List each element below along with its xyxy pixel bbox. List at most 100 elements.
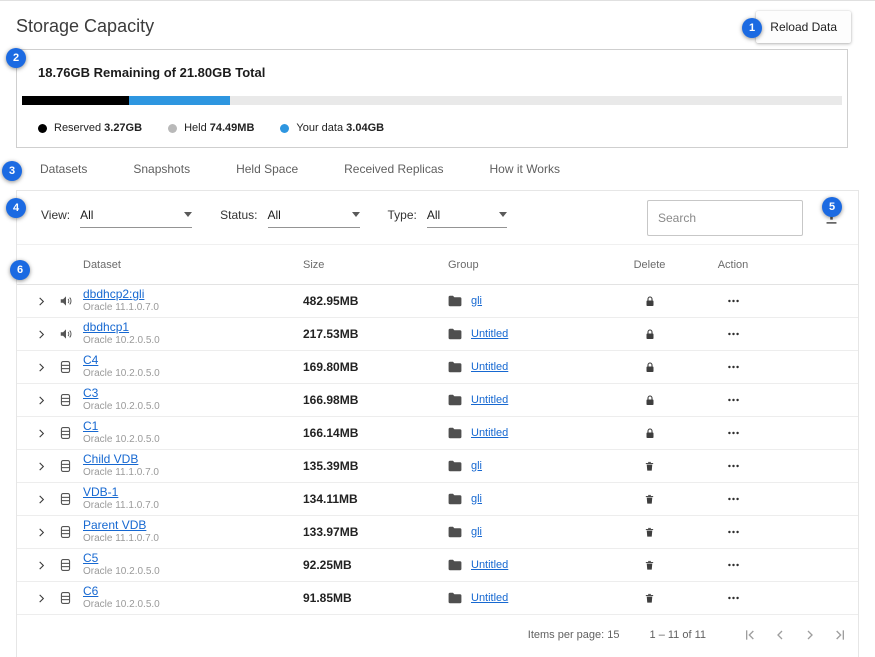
more-actions-icon[interactable] — [692, 558, 774, 572]
trash-icon[interactable] — [607, 559, 692, 572]
dataset-link[interactable]: C5 — [83, 552, 303, 566]
dataset-link[interactable]: C6 — [83, 585, 303, 599]
dataset-link[interactable]: C1 — [83, 420, 303, 434]
dataset-link[interactable]: VDB-1 — [83, 486, 303, 500]
page-title: Storage Capacity — [16, 16, 154, 37]
lock-icon[interactable] — [607, 295, 692, 308]
page-range-label: 1 – 11 of 11 — [650, 629, 706, 641]
status-filter-select[interactable]: All — [268, 208, 360, 228]
column-dataset: Dataset — [83, 259, 303, 271]
more-actions-icon[interactable] — [692, 360, 774, 374]
more-actions-icon[interactable] — [692, 459, 774, 473]
column-delete: Delete — [607, 259, 692, 271]
more-actions-icon[interactable] — [692, 492, 774, 506]
table-row: Child VDBOracle 11.1.0.7.0135.39MBgli — [17, 450, 858, 483]
reload-data-button[interactable]: Reload Data — [756, 11, 851, 43]
more-actions-icon[interactable] — [692, 525, 774, 539]
tab-received-replicas[interactable]: Received Replicas — [344, 162, 443, 176]
dataset-link[interactable]: dbdhcp2:gli — [83, 288, 303, 302]
dsource-icon — [55, 327, 83, 341]
lock-icon[interactable] — [607, 394, 692, 407]
expand-chevron-icon[interactable] — [27, 329, 55, 340]
tab-held-space[interactable]: Held Space — [236, 162, 298, 176]
tab-datasets[interactable]: Datasets — [40, 162, 87, 176]
group-link[interactable]: gli — [471, 494, 482, 505]
group-link[interactable]: Untitled — [471, 329, 508, 340]
callout-3: 3 — [2, 161, 22, 181]
dataset-subtitle: Oracle 10.2.0.5.0 — [83, 599, 303, 611]
column-size: Size — [303, 259, 448, 271]
group-link[interactable]: gli — [471, 296, 482, 307]
dataset-subtitle: Oracle 10.2.0.5.0 — [83, 401, 303, 413]
group-link[interactable]: Untitled — [471, 362, 508, 373]
tab-snapshots[interactable]: Snapshots — [133, 162, 190, 176]
expand-chevron-icon[interactable] — [27, 428, 55, 439]
expand-chevron-icon[interactable] — [27, 296, 55, 307]
view-filter-select[interactable]: All — [80, 208, 192, 228]
callout-5: 5 — [822, 197, 842, 217]
group-link[interactable]: Untitled — [471, 395, 508, 406]
dataset-link[interactable]: C4 — [83, 354, 303, 368]
expand-chevron-icon[interactable] — [27, 560, 55, 571]
search-input[interactable] — [647, 200, 803, 236]
dataset-size: 91.85MB — [303, 592, 448, 604]
table-row: C5Oracle 10.2.0.5.092.25MBUntitled — [17, 549, 858, 582]
first-page-icon[interactable] — [742, 627, 758, 643]
legend-item-held: Held 74.49MB — [168, 122, 254, 134]
previous-page-icon[interactable] — [772, 627, 788, 643]
group-link[interactable]: Untitled — [471, 560, 508, 571]
expand-chevron-icon[interactable] — [27, 494, 55, 505]
tab-how-it-works[interactable]: How it Works — [490, 162, 560, 176]
dataset-link[interactable]: Parent VDB — [83, 519, 303, 533]
dataset-link[interactable]: Child VDB — [83, 453, 303, 467]
table-header: Dataset Size Group Delete Action — [17, 245, 858, 285]
vdb-icon — [55, 360, 83, 374]
more-actions-icon[interactable] — [692, 327, 774, 341]
last-page-icon[interactable] — [832, 627, 848, 643]
dataset-link[interactable]: dbdhcp1 — [83, 321, 303, 335]
type-filter-label: Type: — [388, 208, 417, 222]
table-row: C6Oracle 10.2.0.5.091.85MB Untitled — [17, 582, 858, 615]
more-actions-icon[interactable] — [692, 426, 774, 440]
expand-chevron-icon[interactable] — [27, 362, 55, 373]
trash-icon[interactable] — [607, 493, 692, 506]
items-per-page-value[interactable]: 15 — [607, 629, 619, 641]
expand-chevron-icon[interactable] — [27, 593, 55, 604]
lock-icon[interactable] — [607, 361, 692, 374]
type-filter-select[interactable]: All — [427, 208, 507, 228]
dataset-subtitle: Oracle 11.1.0.7.0 — [83, 533, 303, 545]
trash-icon[interactable] — [607, 592, 692, 605]
group-link[interactable]: gli — [471, 461, 482, 472]
table-body: dbdhcp2:gliOracle 11.1.0.7.0482.95MBglid… — [17, 285, 858, 615]
legend-item-your-data: Your data 3.04GB — [280, 122, 384, 134]
expand-chevron-icon[interactable] — [27, 395, 55, 406]
more-actions-icon[interactable] — [692, 591, 774, 605]
folder-icon — [448, 427, 462, 439]
folder-icon — [448, 295, 462, 307]
chevron-down-icon — [352, 212, 360, 217]
expand-chevron-icon[interactable] — [27, 461, 55, 472]
trash-icon[interactable] — [607, 526, 692, 539]
trash-icon[interactable] — [607, 460, 692, 473]
more-actions-icon[interactable] — [692, 294, 774, 308]
table-row: C4Oracle 10.2.0.5.0169.80MBUntitled — [17, 351, 858, 384]
group-link[interactable]: Untitled — [471, 593, 508, 604]
datasets-panel: View: All Status: All Type: All — [16, 190, 859, 657]
table-row: dbdhcp2:gliOracle 11.1.0.7.0482.95MBgli — [17, 285, 858, 318]
capacity-legend: Reserved 3.27GB Held 74.49MB Your data 3… — [38, 122, 826, 134]
group-link[interactable]: Untitled — [471, 428, 508, 439]
callout-4: 4 — [6, 198, 26, 218]
dsource-icon — [55, 294, 83, 308]
expand-chevron-icon[interactable] — [27, 527, 55, 538]
group-link[interactable]: gli — [471, 527, 482, 538]
chevron-down-icon — [184, 212, 192, 217]
lock-icon[interactable] — [607, 427, 692, 440]
dataset-subtitle: Oracle 11.1.0.7.0 — [83, 302, 303, 314]
more-actions-icon[interactable] — [692, 393, 774, 407]
folder-icon — [448, 460, 462, 472]
tab-bar: Datasets Snapshots Held Space Received R… — [0, 148, 875, 190]
folder-icon — [448, 559, 462, 571]
next-page-icon[interactable] — [802, 627, 818, 643]
lock-icon[interactable] — [607, 328, 692, 341]
dataset-link[interactable]: C3 — [83, 387, 303, 401]
